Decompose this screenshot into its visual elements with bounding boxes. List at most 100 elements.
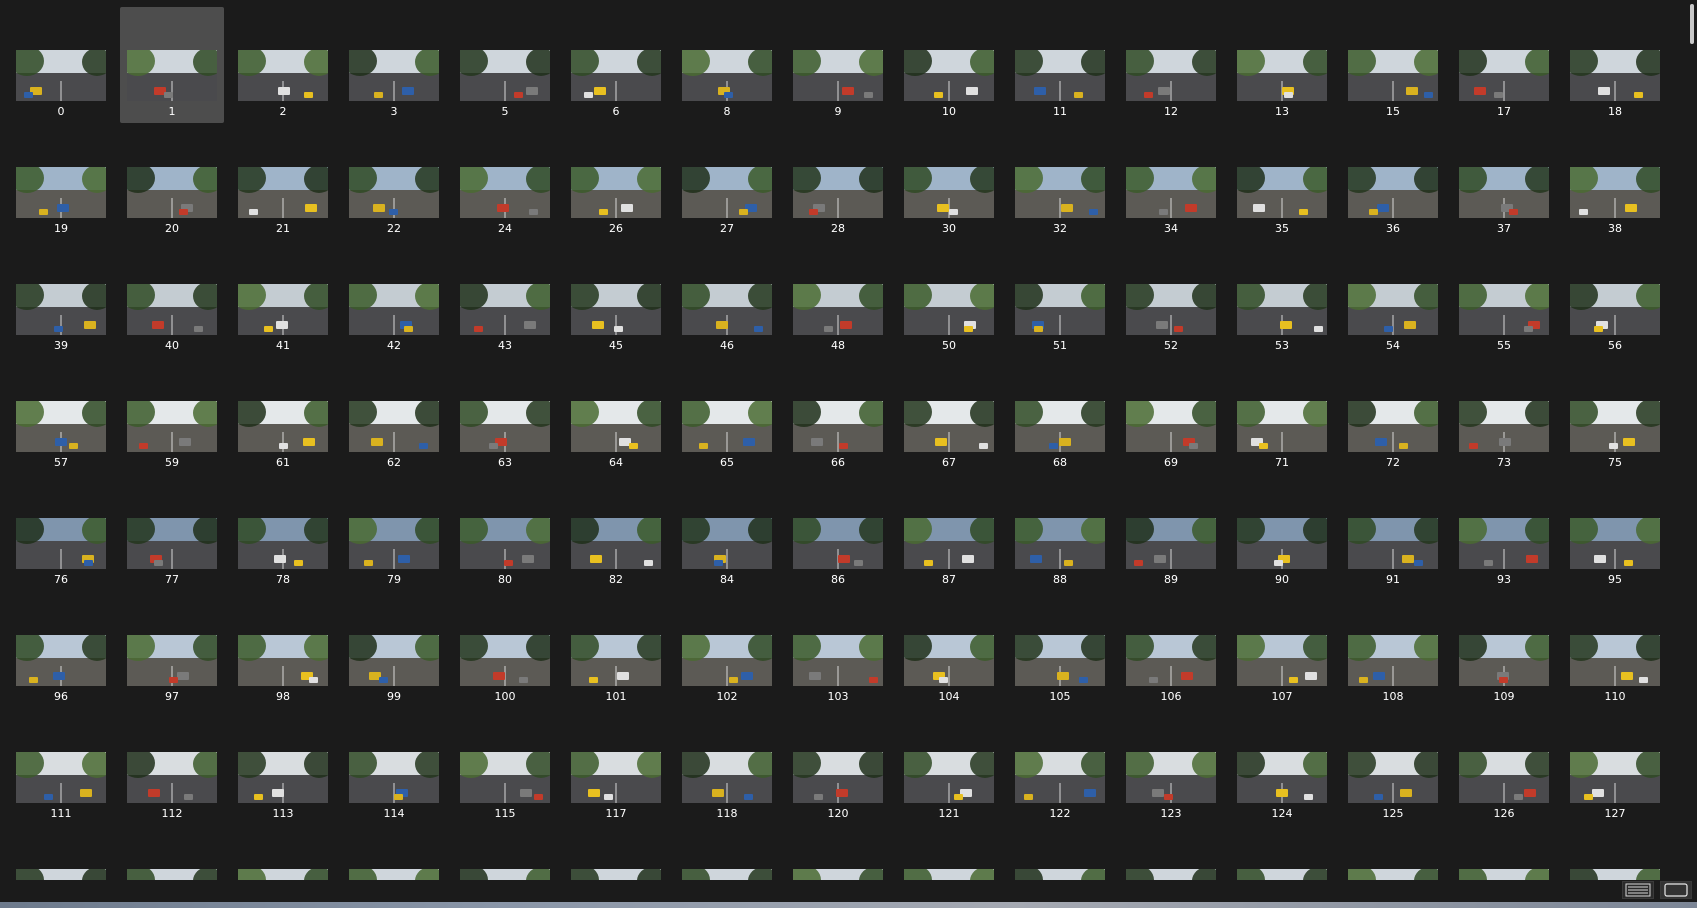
- thumbnail-tile[interactable]: 123: [1119, 709, 1223, 825]
- thumbnail-tile[interactable]: 62: [342, 358, 446, 474]
- thumbnail-tile[interactable]: 36: [1341, 124, 1445, 240]
- thumbnail-tile[interactable]: 111: [9, 709, 113, 825]
- thumbnail-tile[interactable]: 42: [342, 241, 446, 357]
- thumbnail-tile[interactable]: 110: [1563, 592, 1667, 708]
- thumbnail-tile[interactable]: 18: [1563, 7, 1667, 123]
- thumbnail-tile[interactable]: 109: [1452, 592, 1556, 708]
- thumbnail-tile[interactable]: 2: [231, 7, 335, 123]
- thumbnail-tile[interactable]: 67: [897, 358, 1001, 474]
- thumbnail-tile[interactable]: 75: [1563, 358, 1667, 474]
- thumbnail-tile[interactable]: [1230, 826, 1334, 880]
- thumbnail-tile[interactable]: 93: [1452, 475, 1556, 591]
- thumbnail-tile[interactable]: 41: [231, 241, 335, 357]
- thumbnail-tile[interactable]: 40: [120, 241, 224, 357]
- thumbnail-tile[interactable]: 27: [675, 124, 779, 240]
- thumbnail-tile[interactable]: 63: [453, 358, 557, 474]
- thumbnail-tile[interactable]: [564, 826, 668, 880]
- thumbnail-tile[interactable]: 100: [453, 592, 557, 708]
- thumbnail-tile[interactable]: 53: [1230, 241, 1334, 357]
- thumbnail-tile[interactable]: 98: [231, 592, 335, 708]
- thumbnail-tile[interactable]: 59: [120, 358, 224, 474]
- thumbnail-grid[interactable]: 0 1 2 3 5 6 8 9 10 11 12 13 15 17 18 19 20 21 22 24 26 27 28 30…: [0, 0, 1690, 880]
- thumbnail-tile[interactable]: 121: [897, 709, 1001, 825]
- thumbnail-tile[interactable]: [1341, 826, 1445, 880]
- thumbnail-tile[interactable]: 52: [1119, 241, 1223, 357]
- thumbnail-tile[interactable]: 56: [1563, 241, 1667, 357]
- thumbnail-tile[interactable]: 80: [453, 475, 557, 591]
- thumbnail-tile[interactable]: 65: [675, 358, 779, 474]
- thumbnail-tile[interactable]: 127: [1563, 709, 1667, 825]
- thumbnail-tile[interactable]: 26: [564, 124, 668, 240]
- scrollbar-thumb[interactable]: [1690, 4, 1694, 44]
- thumbnail-tile[interactable]: 20: [120, 124, 224, 240]
- thumbnail-tile[interactable]: 99: [342, 592, 446, 708]
- thumbnail-tile[interactable]: 50: [897, 241, 1001, 357]
- thumbnail-tile[interactable]: 34: [1119, 124, 1223, 240]
- thumbnail-tile[interactable]: [897, 826, 1001, 880]
- thumbnail-tile[interactable]: 115: [453, 709, 557, 825]
- thumbnail-tile[interactable]: [342, 826, 446, 880]
- thumbnail-tile[interactable]: 88: [1008, 475, 1112, 591]
- thumbnail-tile[interactable]: 103: [786, 592, 890, 708]
- thumbnail-tile[interactable]: 91: [1341, 475, 1445, 591]
- thumbnail-tile[interactable]: 64: [564, 358, 668, 474]
- thumbnail-tile[interactable]: 78: [231, 475, 335, 591]
- thumbnail-tile[interactable]: 45: [564, 241, 668, 357]
- thumbnail-tile[interactable]: 108: [1341, 592, 1445, 708]
- thumbnail-tile[interactable]: 48: [786, 241, 890, 357]
- thumbnail-tile[interactable]: 114: [342, 709, 446, 825]
- thumbnail-tile[interactable]: 17: [1452, 7, 1556, 123]
- thumbnail-tile[interactable]: 105: [1008, 592, 1112, 708]
- thumbnail-tile[interactable]: 35: [1230, 124, 1334, 240]
- thumbnail-tile[interactable]: 76: [9, 475, 113, 591]
- thumbnail-tile[interactable]: 32: [1008, 124, 1112, 240]
- thumbnail-tile[interactable]: 28: [786, 124, 890, 240]
- thumbnail-tile[interactable]: [120, 826, 224, 880]
- vertical-scrollbar[interactable]: [1687, 0, 1697, 880]
- thumbnail-tile[interactable]: 43: [453, 241, 557, 357]
- thumbnail-tile[interactable]: 68: [1008, 358, 1112, 474]
- thumbnail-tile[interactable]: [1119, 826, 1223, 880]
- thumbnail-tile[interactable]: 71: [1230, 358, 1334, 474]
- thumbnail-tile[interactable]: 37: [1452, 124, 1556, 240]
- thumbnail-tile[interactable]: 55: [1452, 241, 1556, 357]
- thumbnail-tile[interactable]: 107: [1230, 592, 1334, 708]
- thumbnail-tile[interactable]: 3: [342, 7, 446, 123]
- thumbnail-tile[interactable]: [231, 826, 335, 880]
- thumbnail-tile[interactable]: [1008, 826, 1112, 880]
- thumbnail-tile[interactable]: 82: [564, 475, 668, 591]
- thumbnail-tile[interactable]: 57: [9, 358, 113, 474]
- thumbnail-tile[interactable]: 95: [1563, 475, 1667, 591]
- thumbnail-tile[interactable]: 84: [675, 475, 779, 591]
- thumbnail-tile[interactable]: 9: [786, 7, 890, 123]
- thumbnail-tile[interactable]: 104: [897, 592, 1001, 708]
- thumbnail-tile[interactable]: 77: [120, 475, 224, 591]
- thumbnail-tile[interactable]: 0: [9, 7, 113, 123]
- thumbnail-tile[interactable]: 125: [1341, 709, 1445, 825]
- thumbnail-tile[interactable]: 6: [564, 7, 668, 123]
- thumbnail-tile[interactable]: 120: [786, 709, 890, 825]
- thumbnail-tile[interactable]: 90: [1230, 475, 1334, 591]
- thumbnail-tile[interactable]: 51: [1008, 241, 1112, 357]
- thumbnail-tile[interactable]: 38: [1563, 124, 1667, 240]
- thumbnail-tile[interactable]: 73: [1452, 358, 1556, 474]
- thumbnail-tile[interactable]: [453, 826, 557, 880]
- thumbnail-tile[interactable]: 126: [1452, 709, 1556, 825]
- thumbnail-tile[interactable]: [1452, 826, 1556, 880]
- thumbnail-tile[interactable]: 12: [1119, 7, 1223, 123]
- thumbnail-tile[interactable]: 66: [786, 358, 890, 474]
- thumbnail-tile[interactable]: 1: [120, 7, 224, 123]
- thumbnail-tile[interactable]: 22: [342, 124, 446, 240]
- thumbnail-tile[interactable]: 10: [897, 7, 1001, 123]
- thumbnail-tile[interactable]: 118: [675, 709, 779, 825]
- thumbnail-tile[interactable]: 79: [342, 475, 446, 591]
- details-view-button[interactable]: [1622, 881, 1654, 899]
- thumbnail-tile[interactable]: 11: [1008, 7, 1112, 123]
- thumbnail-tile[interactable]: 101: [564, 592, 668, 708]
- thumbnail-tile[interactable]: 112: [120, 709, 224, 825]
- thumbnail-tile[interactable]: 13: [1230, 7, 1334, 123]
- thumbnail-tile[interactable]: 30: [897, 124, 1001, 240]
- thumbnail-tile[interactable]: 24: [453, 124, 557, 240]
- thumbnail-tile[interactable]: 102: [675, 592, 779, 708]
- thumbnail-tile[interactable]: 46: [675, 241, 779, 357]
